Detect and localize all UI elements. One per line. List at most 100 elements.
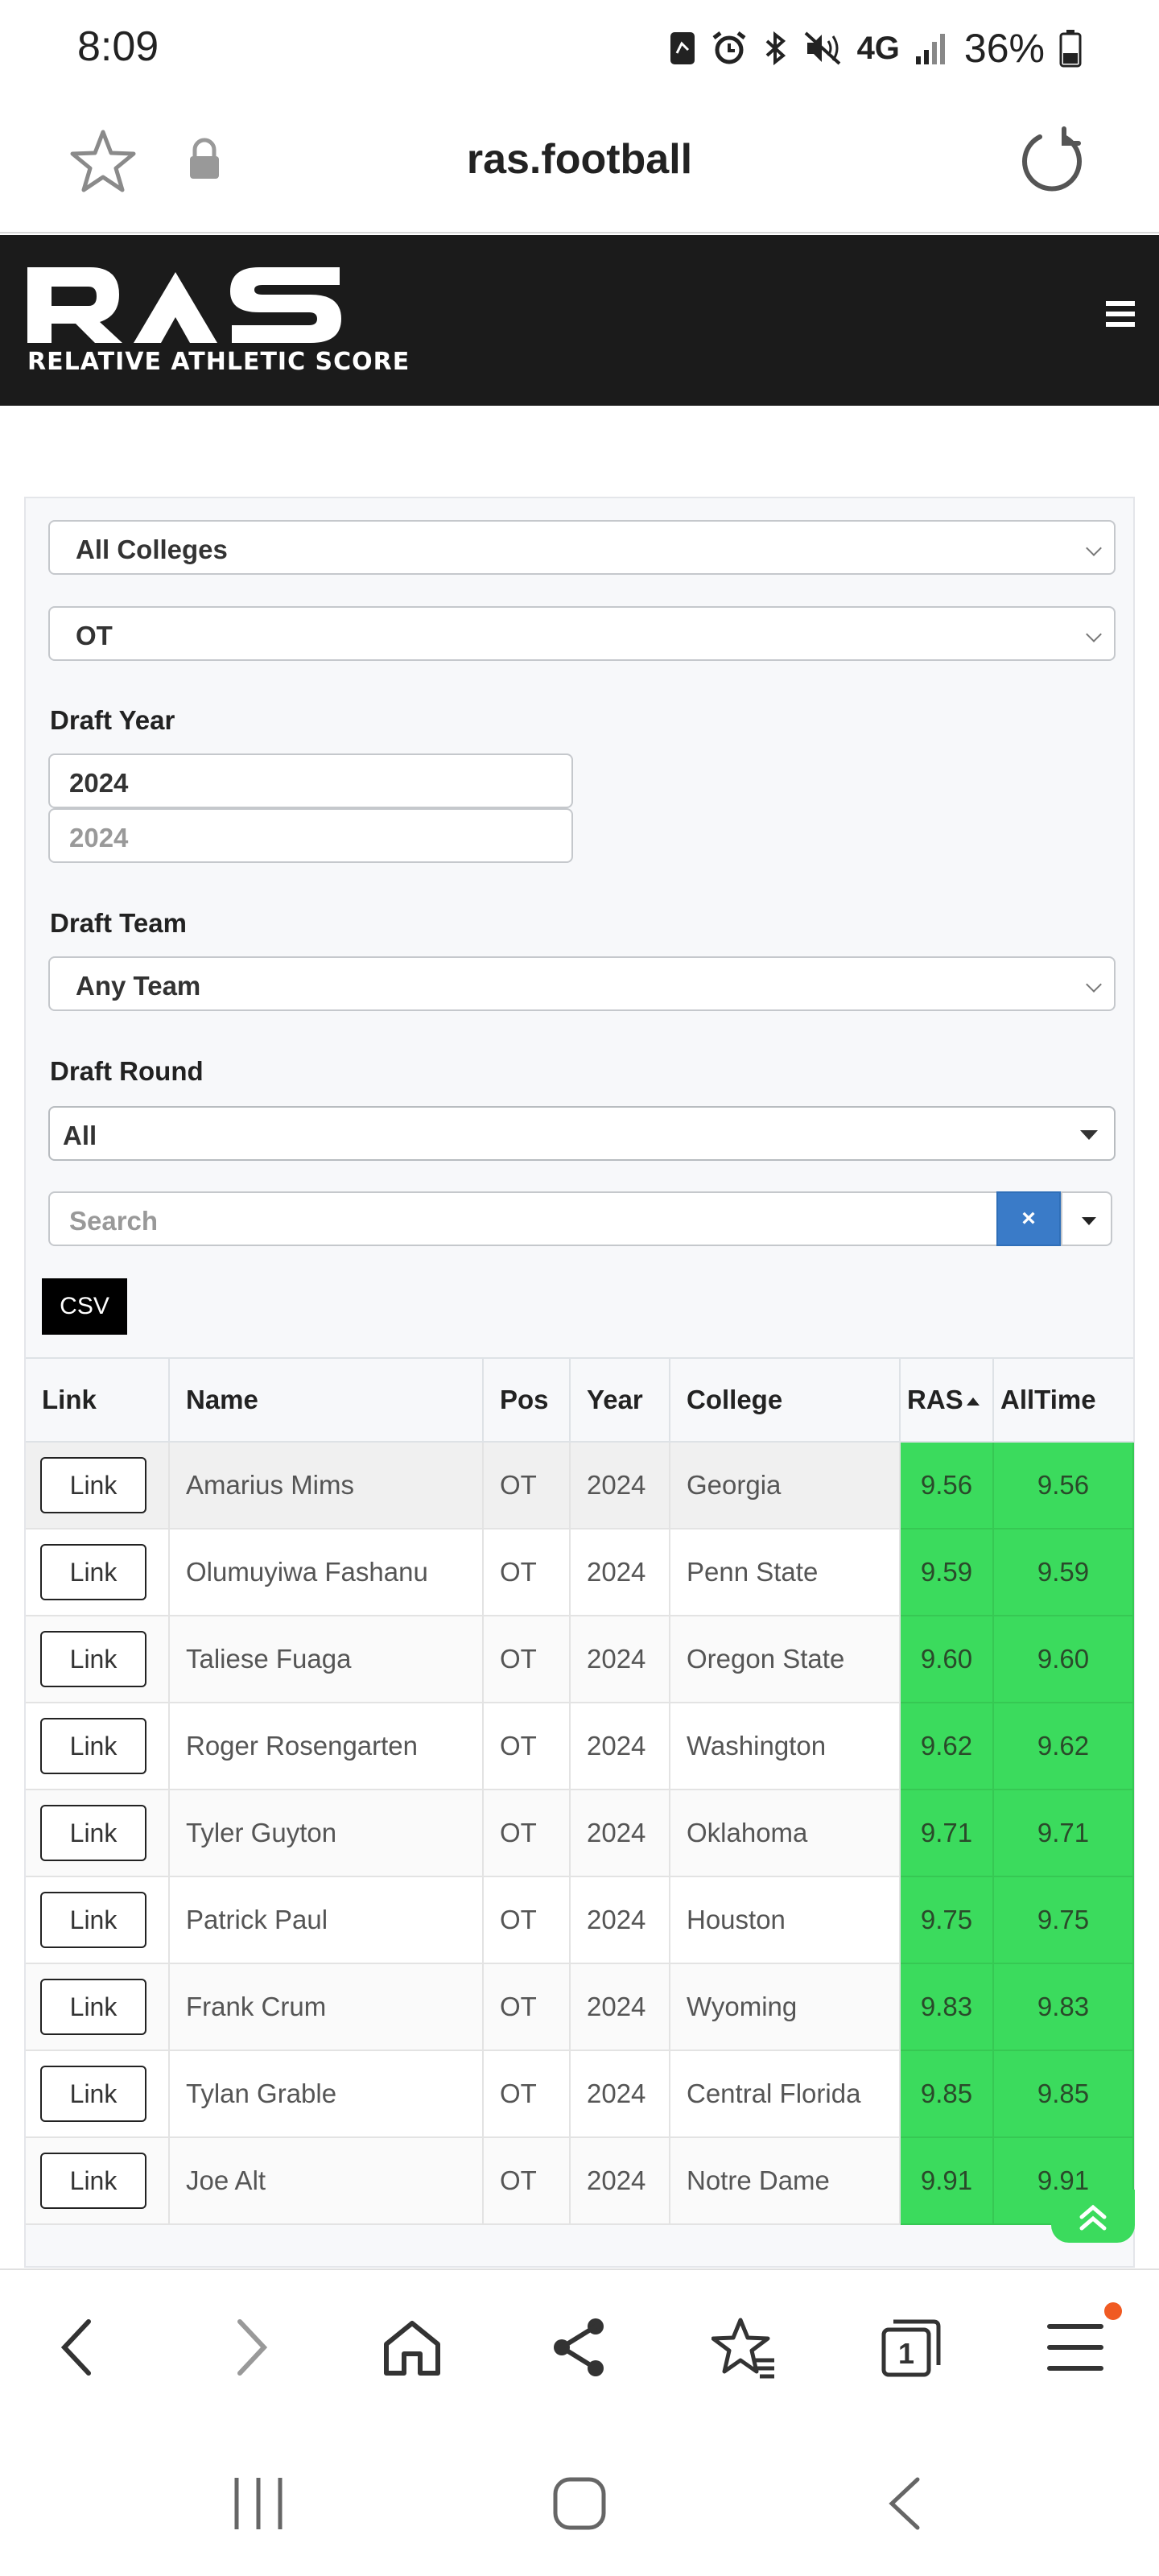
college-cell: Central Florida xyxy=(670,2050,901,2138)
bluetooth-icon xyxy=(765,31,786,66)
back-icon[interactable] xyxy=(47,2315,111,2380)
draft-year-to-input[interactable]: 2024 xyxy=(48,808,573,863)
header-name[interactable]: Name xyxy=(169,1357,484,1443)
draft-team-select[interactable]: Any Team xyxy=(48,956,1116,1011)
link-button[interactable]: Link xyxy=(40,1805,146,1861)
forward-icon[interactable] xyxy=(217,2315,282,2380)
battery-percentage: 36% xyxy=(963,26,1045,71)
position-select-value: OT xyxy=(76,621,113,650)
chevron-down-icon xyxy=(1086,626,1102,642)
draft-round-select[interactable]: All xyxy=(48,1106,1116,1161)
name-cell: Patrick Paul xyxy=(169,1876,484,1964)
recents-icon[interactable] xyxy=(230,2473,287,2538)
year-cell: 2024 xyxy=(570,1790,670,1877)
name-cell: Joe Alt xyxy=(169,2137,484,2225)
ras-cell: 9.59 xyxy=(900,1529,994,1616)
search-input[interactable]: Search xyxy=(48,1191,998,1246)
sort-ascending-icon xyxy=(966,1397,980,1406)
tabs-icon[interactable]: 1 xyxy=(877,2315,942,2380)
header-college[interactable]: College xyxy=(670,1357,901,1443)
pos-cell: OT xyxy=(483,1963,571,2051)
csv-export-button[interactable]: CSV xyxy=(42,1278,127,1335)
chevron-down-icon xyxy=(1086,540,1102,556)
hamburger-icon[interactable] xyxy=(1106,301,1135,333)
browser-address-bar: ras.football xyxy=(0,95,1159,233)
alltime-cell: 9.85 xyxy=(993,2050,1134,2138)
college-cell: Washington xyxy=(670,1703,901,1790)
url-display[interactable]: ras.football xyxy=(0,135,1159,184)
draft-year-from-value: 2024 xyxy=(69,768,129,798)
pos-cell: OT xyxy=(483,1790,571,1877)
signal-icon xyxy=(915,34,945,64)
year-cell: 2024 xyxy=(570,1703,670,1790)
year-cell: 2024 xyxy=(570,1616,670,1703)
header-ras-label: RAS xyxy=(907,1385,963,1414)
search-options-button[interactable] xyxy=(1061,1191,1112,1246)
link-cell: Link xyxy=(26,1790,170,1877)
link-cell: Link xyxy=(26,1703,170,1790)
draft-year-from-input[interactable]: 2024 xyxy=(48,753,573,808)
back-chevron-icon[interactable] xyxy=(882,2473,927,2538)
home-circle-icon[interactable] xyxy=(552,2473,607,2538)
year-cell: 2024 xyxy=(570,2050,670,2138)
site-header: RELATIVE ATHLETIC SCORE xyxy=(0,235,1159,406)
header-link[interactable]: Link xyxy=(26,1357,170,1443)
alarm-icon xyxy=(712,31,746,64)
alltime-cell: 9.83 xyxy=(993,1963,1134,2051)
name-cell: Olumuyiwa Fashanu xyxy=(169,1529,484,1616)
sim-icon xyxy=(670,32,695,64)
link-cell: Link xyxy=(26,1442,170,1530)
menu-icon[interactable] xyxy=(1043,2315,1107,2380)
ras-cell: 9.75 xyxy=(900,1876,994,1964)
link-button[interactable]: Link xyxy=(40,1718,146,1774)
header-ras[interactable]: RAS xyxy=(900,1357,994,1443)
table-body: Link Amarius Mims OT 2024 Georgia 9.56 9.56 Lin… xyxy=(26,1442,1134,2225)
pos-cell: OT xyxy=(483,1442,571,1530)
share-icon[interactable] xyxy=(547,2315,612,2380)
table-row: Link Amarius Mims OT 2024 Georgia 9.56 9.56 xyxy=(26,1442,1134,1530)
clear-search-button[interactable]: × xyxy=(996,1191,1061,1246)
pos-cell: OT xyxy=(483,1703,571,1790)
alltime-cell: 9.71 xyxy=(993,1790,1134,1877)
table-row: Link Taliese Fuaga OT 2024 Oregon State 9.60 9… xyxy=(26,1616,1134,1703)
status-bar: 8:09 4G 36% xyxy=(0,0,1159,95)
battery-icon xyxy=(1059,30,1082,68)
draft-round-select-value: All xyxy=(63,1121,97,1150)
header-year[interactable]: Year xyxy=(570,1357,670,1443)
link-button[interactable]: Link xyxy=(40,1631,146,1687)
scroll-to-top-button[interactable] xyxy=(1051,2190,1135,2243)
position-select[interactable]: OT xyxy=(48,606,1116,661)
pos-cell: OT xyxy=(483,1529,571,1616)
header-alltime[interactable]: AllTime xyxy=(993,1357,1133,1443)
link-button[interactable]: Link xyxy=(40,2066,146,2122)
college-select[interactable]: All Colleges xyxy=(48,520,1116,575)
link-button[interactable]: Link xyxy=(40,2153,146,2209)
chevron-down-icon xyxy=(1086,976,1102,993)
alltime-cell: 9.75 xyxy=(993,1876,1134,1964)
search-group: Search × xyxy=(48,1191,1112,1246)
draft-year-label: Draft Year xyxy=(50,705,175,735)
table-row: Link Frank Crum OT 2024 Wyoming 9.83 9.83 xyxy=(26,1963,1134,2051)
header-pos[interactable]: Pos xyxy=(483,1357,571,1443)
table-row: Link Tylan Grable OT 2024 Central Florida 9.8… xyxy=(26,2050,1134,2138)
name-cell: Tylan Grable xyxy=(169,2050,484,2138)
table-header-row: Link Name Pos Year College RAS AllTime xyxy=(26,1357,1133,1443)
link-button[interactable]: Link xyxy=(40,1892,146,1948)
alltime-cell: 9.59 xyxy=(993,1529,1134,1616)
link-cell: Link xyxy=(26,2050,170,2138)
link-button[interactable]: Link xyxy=(40,1457,146,1513)
table-row: Link Roger Rosengarten OT 2024 Washington 9.6… xyxy=(26,1703,1134,1790)
link-button[interactable]: Link xyxy=(40,1979,146,2035)
link-button[interactable]: Link xyxy=(40,1544,146,1600)
alltime-cell: 9.62 xyxy=(993,1703,1134,1790)
reload-icon[interactable] xyxy=(1016,126,1090,200)
browser-toolbar: 1 xyxy=(0,2268,1159,2423)
home-icon[interactable] xyxy=(380,2315,444,2380)
table-row: Link Joe Alt OT 2024 Notre Dame 9.91 9.91 xyxy=(26,2137,1134,2225)
system-nav-bar xyxy=(0,2423,1159,2576)
table-row: Link Tyler Guyton OT 2024 Oklahoma 9.71 9.71 xyxy=(26,1790,1134,1877)
pos-cell: OT xyxy=(483,2137,571,2225)
ras-cell: 9.60 xyxy=(900,1616,994,1703)
status-icons: 4G 36% xyxy=(669,23,1082,74)
bookmarks-icon[interactable] xyxy=(711,2315,776,2380)
